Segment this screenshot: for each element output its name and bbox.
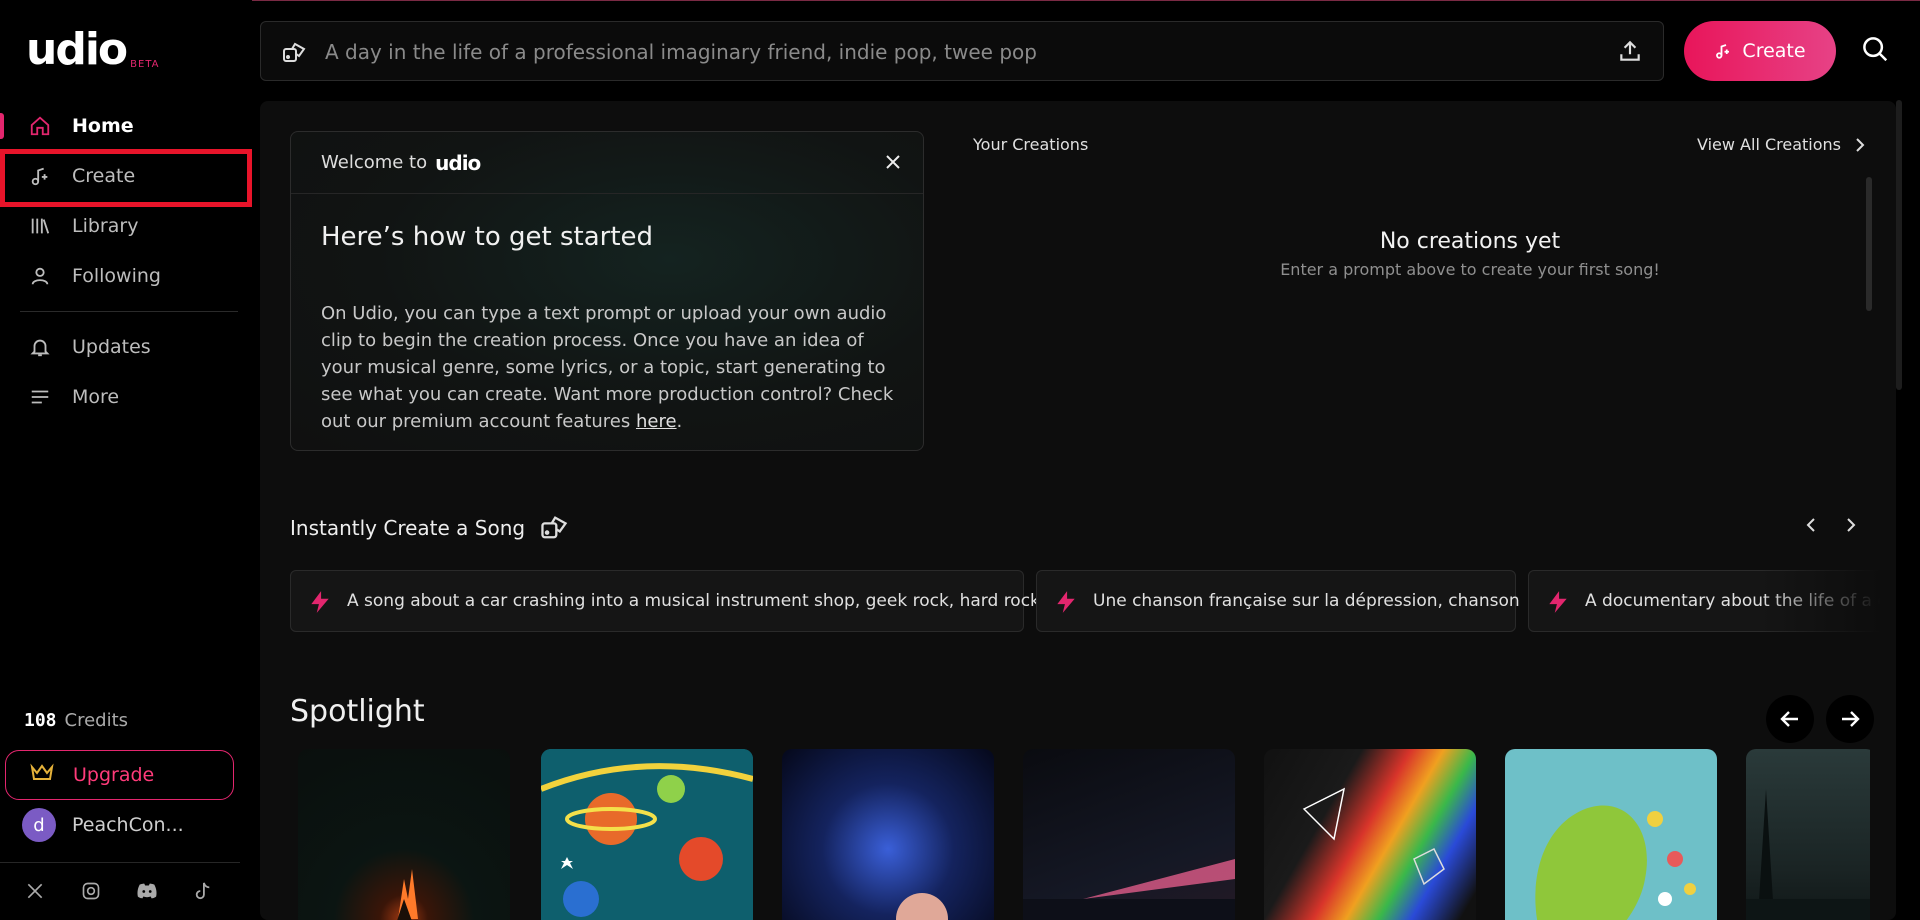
nav-label: Following — [72, 265, 161, 287]
nav-divider — [20, 311, 238, 312]
spotlight-card-light-beam[interactable] — [1023, 749, 1235, 920]
nav-label: Home — [72, 115, 134, 137]
spotlight-controls — [1766, 695, 1874, 743]
spotlight-card-nebula[interactable] — [782, 749, 994, 920]
nav-item-home[interactable]: Home — [0, 103, 240, 149]
upload-icon[interactable] — [1617, 38, 1643, 68]
lightning-icon — [311, 591, 329, 613]
arrow-left-icon — [1780, 711, 1798, 727]
random-dice-icon[interactable] — [281, 40, 307, 70]
spotlight-cards — [298, 749, 1870, 920]
udio-logo[interactable]: udio BETA — [26, 28, 160, 72]
upgrade-button[interactable]: Upgrade — [5, 750, 234, 800]
spotlight-card-planets[interactable] — [541, 749, 753, 920]
instant-create-title: Instantly Create a Song — [290, 516, 526, 540]
welcome-body: On Udio, you can type a text prompt or u… — [321, 300, 901, 435]
prompts-fade — [1760, 570, 1880, 632]
credits-display: 108 Credits — [24, 710, 128, 731]
spotlight-title: Spotlight — [290, 694, 425, 729]
create-button[interactable]: Create — [1684, 21, 1836, 81]
credits-label: Credits — [64, 710, 129, 731]
upgrade-label: Upgrade — [73, 764, 155, 786]
empty-creations: No creations yet Enter a prompt above to… — [1120, 229, 1820, 279]
beta-badge: BETA — [130, 59, 160, 70]
home-icon — [28, 114, 52, 138]
username: PeachCon... — [72, 814, 184, 836]
arrow-right-icon — [1842, 711, 1860, 727]
your-creations-title: Your Creations — [973, 135, 1089, 154]
prompt-carousel-controls — [1806, 517, 1856, 533]
prompt-suggestion[interactable]: Une chanson française sur la dépression,… — [1036, 570, 1520, 632]
prompt-input[interactable] — [325, 34, 1565, 70]
library-icon — [28, 214, 52, 238]
user-icon — [28, 264, 52, 288]
social-divider — [0, 862, 240, 863]
nav-item-more[interactable]: More — [0, 374, 240, 420]
lightning-icon — [1549, 591, 1567, 613]
welcome-body-text: On Udio, you can type a text prompt or u… — [321, 303, 894, 432]
prompt-suggestion[interactable]: A song about a car crashing into a music… — [290, 570, 1040, 632]
discord-icon[interactable] — [136, 880, 158, 902]
empty-subtitle: Enter a prompt above to create your firs… — [1280, 260, 1660, 279]
prompt-bar — [260, 21, 1664, 81]
welcome-body-suffix: . — [676, 411, 683, 432]
avatar: d — [22, 808, 56, 842]
nav-item-following[interactable]: Following — [0, 253, 240, 299]
welcome-heading: Here’s how to get started — [321, 222, 654, 252]
welcome-prefix: Welcome to — [321, 152, 428, 173]
premium-features-link[interactable]: here — [636, 411, 677, 432]
create-highlight-box — [0, 149, 252, 207]
arrow-left-button[interactable] — [1766, 695, 1814, 743]
view-all-label: View All Creations — [1697, 135, 1842, 154]
create-button-label: Create — [1742, 40, 1806, 62]
main-scrollbar[interactable] — [1896, 100, 1902, 390]
instant-create-heading: Instantly Create a Song — [290, 513, 569, 543]
prompt-text: Une chanson française sur la dépression,… — [1093, 591, 1520, 611]
crown-icon — [30, 763, 54, 787]
nav-label: Updates — [72, 336, 151, 358]
spotlight-card-green-face[interactable] — [1505, 749, 1717, 920]
top-accent-line — [0, 0, 1920, 1]
logo-wordmark: udio — [26, 24, 128, 75]
spotlight-card-city[interactable] — [1746, 749, 1870, 920]
nav-label: More — [72, 386, 120, 408]
dice-icon[interactable] — [539, 513, 569, 543]
chevron-right-icon[interactable] — [1846, 517, 1856, 533]
nav-item-updates[interactable]: Updates — [0, 324, 240, 370]
user-profile[interactable]: d PeachCon... — [22, 808, 184, 842]
welcome-card: Welcome to udio Here’s how to get starte… — [290, 131, 924, 451]
chevron-right-icon — [1856, 137, 1865, 152]
arrow-right-button[interactable] — [1826, 695, 1874, 743]
spotlight-card-campfire[interactable] — [298, 749, 510, 920]
spotlight-card-rainbow[interactable] — [1264, 749, 1476, 920]
welcome-brand: udio — [435, 150, 481, 175]
social-links — [24, 880, 214, 902]
empty-title: No creations yet — [1379, 229, 1561, 254]
search-icon[interactable] — [1860, 34, 1890, 68]
creations-scrollbar[interactable] — [1866, 177, 1872, 311]
prompt-text: A song about a car crashing into a music… — [347, 591, 1040, 611]
sidebar: udio BETA Home Create Library Following … — [0, 0, 252, 920]
chevron-left-icon[interactable] — [1806, 517, 1816, 533]
prompt-suggestions: A song about a car crashing into a music… — [290, 570, 1880, 632]
nav-label: Library — [72, 215, 139, 237]
credits-count: 108 — [24, 710, 57, 731]
nav-item-library[interactable]: Library — [0, 203, 240, 249]
welcome-header: Welcome to udio — [291, 132, 923, 194]
music-plus-icon — [1714, 42, 1732, 60]
x-twitter-icon[interactable] — [24, 880, 46, 902]
tiktok-icon[interactable] — [192, 880, 214, 902]
bell-icon — [28, 335, 52, 359]
view-all-creations-link[interactable]: View All Creations — [1697, 135, 1865, 154]
close-icon[interactable] — [885, 154, 901, 174]
instagram-icon[interactable] — [80, 880, 102, 902]
lightning-icon — [1057, 591, 1075, 613]
main-panel: Welcome to udio Here’s how to get starte… — [260, 101, 1896, 920]
menu-icon — [28, 385, 52, 409]
